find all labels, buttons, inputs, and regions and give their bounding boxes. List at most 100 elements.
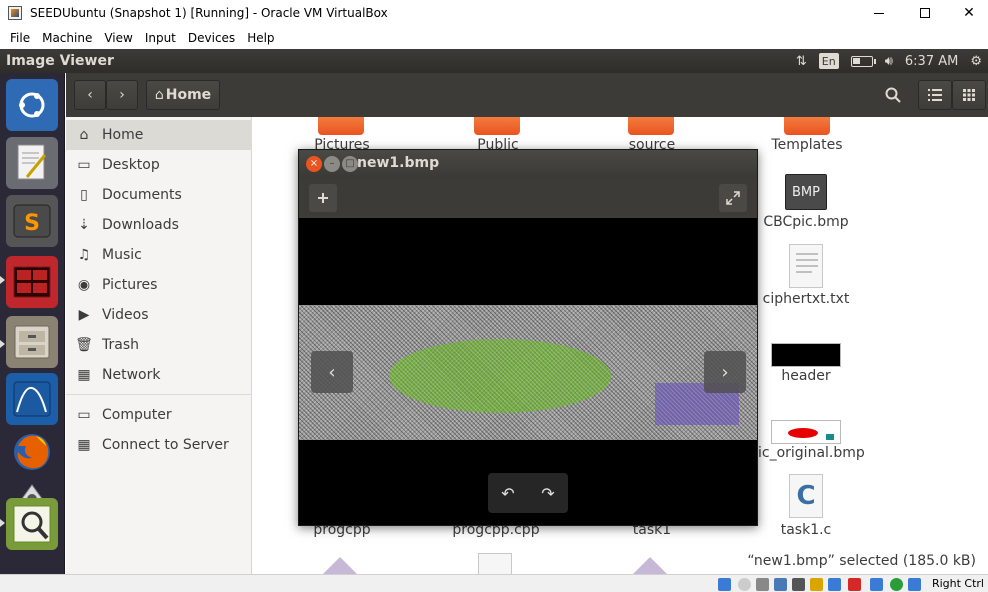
shared-folder-icon[interactable] <box>810 578 823 591</box>
display-icon[interactable] <box>828 578 841 591</box>
cpp-file-icon[interactable] <box>478 553 512 574</box>
breadcrumb-home[interactable]: ⌂ Home <box>146 80 220 110</box>
terminal-icon[interactable] <box>6 256 58 308</box>
image-viewer-window: × – □ new1.bmp ‹ › ↶ ↷ <box>298 149 758 526</box>
sidebar-item-desktop[interactable]: ▭ Desktop <box>66 150 252 180</box>
battery-icon[interactable] <box>845 49 879 73</box>
image-viewer-icon[interactable] <box>6 498 58 550</box>
svg-text:S: S <box>24 211 40 236</box>
sidebar-item-home[interactable]: ⌂ Home <box>66 120 252 150</box>
harddisk-icon[interactable] <box>718 578 731 591</box>
close-button[interactable]: ✕ <box>946 0 988 26</box>
header-file-thumbnail[interactable] <box>771 343 841 367</box>
sidebar-item-label: Computer <box>102 407 172 423</box>
dash-home-icon[interactable] <box>6 79 58 131</box>
wireshark-icon[interactable] <box>6 373 58 425</box>
optical-drive-icon[interactable] <box>738 578 751 591</box>
sidebar-item-label: Downloads <box>102 217 179 233</box>
executable-file-icon[interactable] <box>322 557 358 574</box>
sidebar-item-label: Network <box>102 367 161 383</box>
list-view-button[interactable] <box>918 80 952 110</box>
sidebar-item-music[interactable]: ♫ Music <box>66 240 252 270</box>
rotate-toolbar: ↶ ↷ <box>488 473 568 513</box>
folder-icon[interactable] <box>474 117 520 135</box>
breadcrumb-home-label: Home <box>165 87 212 103</box>
network-transfer-icon[interactable]: ⇅ <box>790 49 813 73</box>
network-adapter-icon[interactable] <box>774 578 787 591</box>
fullscreen-button[interactable] <box>719 184 747 212</box>
clock[interactable]: 6:37 AM <box>899 49 964 73</box>
minimize-button[interactable] <box>856 0 902 26</box>
sidebar-item-connect-to-server[interactable]: ▦ Connect to Server <box>66 430 252 460</box>
sidebar-item-documents[interactable]: ▯ Documents <box>66 180 252 210</box>
places-sidebar: ⌂ Home ▭ Desktop ▯ Documents ⇣ Downloads… <box>66 117 252 574</box>
sidebar-item-label: Music <box>102 247 142 263</box>
pic-original-thumbnail[interactable] <box>771 420 841 444</box>
file-label-pic-original[interactable]: ic_original.bmp <box>758 445 870 461</box>
rotate-right-icon[interactable]: ↷ <box>541 484 554 503</box>
settings-gear-icon[interactable]: ⚙ <box>964 49 988 73</box>
videos-icon: ▶ <box>78 307 90 323</box>
folder-icon[interactable] <box>318 117 364 135</box>
menu-file[interactable]: File <box>4 31 36 45</box>
c-source-file-icon[interactable]: C <box>789 474 823 518</box>
rotate-left-icon[interactable]: ↶ <box>501 484 514 503</box>
sidebar-item-label: Home <box>102 127 144 143</box>
network-icon: ▦ <box>77 367 91 383</box>
sidebar-item-network[interactable]: ▦ Network <box>66 360 252 390</box>
menu-view[interactable]: View <box>98 31 138 45</box>
grid-view-button[interactable] <box>952 80 986 110</box>
files-icon[interactable] <box>6 316 58 368</box>
gallery-toggle-button[interactable] <box>309 184 337 212</box>
menu-machine[interactable]: Machine <box>36 31 98 45</box>
previous-image-button[interactable]: ‹ <box>311 351 353 393</box>
mouse-integration-icon[interactable] <box>908 578 921 591</box>
sidebar-item-computer[interactable]: ▭ Computer <box>66 400 252 430</box>
file-label-cbcpic[interactable]: CBCpic.bmp <box>746 214 866 230</box>
keyboard-layout-indicator[interactable]: En <box>818 53 839 69</box>
sublime-text-icon[interactable]: S <box>6 195 58 247</box>
pictures-icon: ◉ <box>77 277 91 293</box>
guest-additions-icon[interactable] <box>890 578 903 591</box>
bmp-badge-label: BMP <box>792 184 820 200</box>
menu-devices[interactable]: Devices <box>182 31 241 45</box>
back-button[interactable]: ‹ <box>74 80 106 110</box>
file-label-task1c[interactable]: task1.c <box>746 522 866 538</box>
bmp-file-icon[interactable]: BMP <box>785 174 827 210</box>
image-viewer-titlebar[interactable]: × – □ new1.bmp <box>299 150 757 178</box>
virtualbox-icon <box>8 6 22 20</box>
video-capture-icon[interactable] <box>848 578 861 591</box>
file-label-header[interactable]: header <box>746 368 866 384</box>
window-minimize-button[interactable]: – <box>324 156 340 172</box>
sidebar-item-trash[interactable]: 🗑︎ Trash <box>66 330 252 360</box>
grid-view-icon <box>963 89 975 101</box>
file-label-templates[interactable]: Templates <box>762 137 852 153</box>
maximize-button[interactable] <box>902 0 948 26</box>
window-close-button[interactable]: × <box>306 156 322 172</box>
folder-icon[interactable] <box>628 117 674 135</box>
text-editor-icon[interactable] <box>6 137 58 189</box>
window-maximize-button[interactable]: □ <box>342 156 358 172</box>
volume-icon[interactable]: 🔊︎ <box>879 49 899 73</box>
menu-help[interactable]: Help <box>241 31 280 45</box>
desktop-icon: ▭ <box>77 157 91 173</box>
sidebar-item-videos[interactable]: ▶ Videos <box>66 300 252 330</box>
sidebar-item-downloads[interactable]: ⇣ Downloads <box>66 210 252 240</box>
forward-button[interactable]: › <box>106 80 138 110</box>
audio-icon[interactable] <box>756 578 769 591</box>
text-file-icon[interactable] <box>789 244 823 288</box>
templates-folder-icon[interactable] <box>784 117 830 135</box>
usb-icon[interactable] <box>792 578 805 591</box>
files-toolbar: ‹ › ⌂ Home <box>66 73 988 117</box>
vt-x-icon[interactable] <box>870 578 883 591</box>
sidebar-item-pictures[interactable]: ◉ Pictures <box>66 270 252 300</box>
file-label-ciphertxt[interactable]: ciphertxt.txt <box>746 291 866 307</box>
sidebar-separator <box>66 394 252 395</box>
host-window-title: SEEDUbuntu (Snapshot 1) [Running] - Orac… <box>30 6 388 20</box>
menu-input[interactable]: Input <box>139 31 182 45</box>
search-button[interactable] <box>876 80 910 110</box>
executable-file-icon[interactable] <box>632 557 668 574</box>
sidebar-item-label: Pictures <box>102 277 158 293</box>
computer-icon: ▭ <box>77 407 91 423</box>
next-image-button[interactable]: › <box>704 351 746 393</box>
